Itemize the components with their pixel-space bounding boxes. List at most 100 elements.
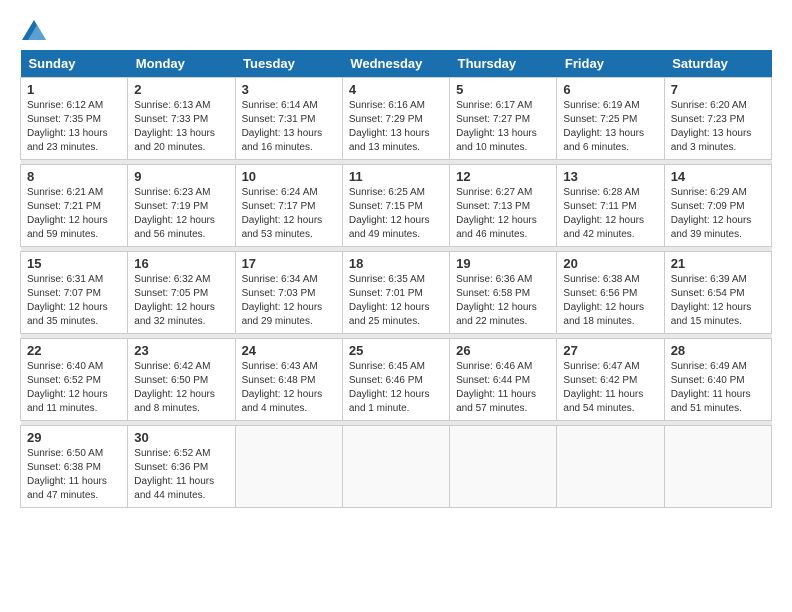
- calendar-cell: 17 Sunrise: 6:34 AM Sunset: 7:03 PM Dayl…: [235, 252, 342, 334]
- sunset-label: Sunset: 6:52 PM: [27, 375, 101, 386]
- sunrise-label: Sunrise: 6:20 AM: [671, 100, 747, 111]
- day-number: 15: [27, 256, 121, 271]
- day-number: 18: [349, 256, 443, 271]
- calendar-header-tuesday: Tuesday: [235, 50, 342, 78]
- day-info: Sunrise: 6:43 AM Sunset: 6:48 PM Dayligh…: [242, 360, 336, 416]
- day-info: Sunrise: 6:21 AM Sunset: 7:21 PM Dayligh…: [27, 186, 121, 242]
- sunrise-label: Sunrise: 6:17 AM: [456, 100, 532, 111]
- sunrise-label: Sunrise: 6:29 AM: [671, 187, 747, 198]
- daylight-label: Daylight: 12 hours and 29 minutes.: [242, 302, 323, 327]
- day-info: Sunrise: 6:28 AM Sunset: 7:11 PM Dayligh…: [563, 186, 657, 242]
- day-number: 12: [456, 169, 550, 184]
- sunset-label: Sunset: 7:17 PM: [242, 201, 316, 212]
- calendar-cell: 27 Sunrise: 6:47 AM Sunset: 6:42 PM Dayl…: [557, 339, 664, 421]
- day-info: Sunrise: 6:35 AM Sunset: 7:01 PM Dayligh…: [349, 273, 443, 329]
- sunset-label: Sunset: 7:13 PM: [456, 201, 530, 212]
- sunset-label: Sunset: 7:07 PM: [27, 288, 101, 299]
- daylight-label: Daylight: 12 hours and 15 minutes.: [671, 302, 752, 327]
- sunrise-label: Sunrise: 6:52 AM: [134, 448, 210, 459]
- calendar-cell: 6 Sunrise: 6:19 AM Sunset: 7:25 PM Dayli…: [557, 78, 664, 160]
- sunset-label: Sunset: 7:23 PM: [671, 114, 745, 125]
- day-info: Sunrise: 6:25 AM Sunset: 7:15 PM Dayligh…: [349, 186, 443, 242]
- calendar-cell: 5 Sunrise: 6:17 AM Sunset: 7:27 PM Dayli…: [450, 78, 557, 160]
- sunrise-label: Sunrise: 6:39 AM: [671, 274, 747, 285]
- day-number: 8: [27, 169, 121, 184]
- calendar-week-row-3: 15 Sunrise: 6:31 AM Sunset: 7:07 PM Dayl…: [21, 252, 772, 334]
- sunrise-label: Sunrise: 6:34 AM: [242, 274, 318, 285]
- day-number: 23: [134, 343, 228, 358]
- daylight-label: Daylight: 12 hours and 25 minutes.: [349, 302, 430, 327]
- day-number: 26: [456, 343, 550, 358]
- daylight-label: Daylight: 11 hours and 44 minutes.: [134, 476, 214, 501]
- daylight-label: Daylight: 12 hours and 8 minutes.: [134, 389, 215, 414]
- daylight-label: Daylight: 13 hours and 10 minutes.: [456, 128, 537, 153]
- day-info: Sunrise: 6:39 AM Sunset: 6:54 PM Dayligh…: [671, 273, 765, 329]
- calendar-cell: 24 Sunrise: 6:43 AM Sunset: 6:48 PM Dayl…: [235, 339, 342, 421]
- calendar-week-row-1: 1 Sunrise: 6:12 AM Sunset: 7:35 PM Dayli…: [21, 78, 772, 160]
- daylight-label: Daylight: 12 hours and 18 minutes.: [563, 302, 644, 327]
- daylight-label: Daylight: 13 hours and 20 minutes.: [134, 128, 215, 153]
- sunrise-label: Sunrise: 6:12 AM: [27, 100, 103, 111]
- daylight-label: Daylight: 12 hours and 56 minutes.: [134, 215, 215, 240]
- daylight-label: Daylight: 12 hours and 22 minutes.: [456, 302, 537, 327]
- calendar-cell: 23 Sunrise: 6:42 AM Sunset: 6:50 PM Dayl…: [128, 339, 235, 421]
- calendar-cell: 29 Sunrise: 6:50 AM Sunset: 6:38 PM Dayl…: [21, 426, 128, 508]
- sunrise-label: Sunrise: 6:38 AM: [563, 274, 639, 285]
- calendar-cell: 2 Sunrise: 6:13 AM Sunset: 7:33 PM Dayli…: [128, 78, 235, 160]
- logo: [20, 20, 46, 40]
- day-info: Sunrise: 6:40 AM Sunset: 6:52 PM Dayligh…: [27, 360, 121, 416]
- daylight-label: Daylight: 13 hours and 3 minutes.: [671, 128, 752, 153]
- sunset-label: Sunset: 6:46 PM: [349, 375, 423, 386]
- sunset-label: Sunset: 7:27 PM: [456, 114, 530, 125]
- day-info: Sunrise: 6:16 AM Sunset: 7:29 PM Dayligh…: [349, 99, 443, 155]
- sunset-label: Sunset: 7:21 PM: [27, 201, 101, 212]
- sunrise-label: Sunrise: 6:32 AM: [134, 274, 210, 285]
- sunrise-label: Sunrise: 6:25 AM: [349, 187, 425, 198]
- day-number: 24: [242, 343, 336, 358]
- daylight-label: Daylight: 12 hours and 39 minutes.: [671, 215, 752, 240]
- sunset-label: Sunset: 7:31 PM: [242, 114, 316, 125]
- sunrise-label: Sunrise: 6:45 AM: [349, 361, 425, 372]
- sunset-label: Sunset: 7:19 PM: [134, 201, 208, 212]
- daylight-label: Daylight: 12 hours and 46 minutes.: [456, 215, 537, 240]
- sunrise-label: Sunrise: 6:50 AM: [27, 448, 103, 459]
- day-info: Sunrise: 6:31 AM Sunset: 7:07 PM Dayligh…: [27, 273, 121, 329]
- calendar-cell: 3 Sunrise: 6:14 AM Sunset: 7:31 PM Dayli…: [235, 78, 342, 160]
- day-info: Sunrise: 6:52 AM Sunset: 6:36 PM Dayligh…: [134, 447, 228, 503]
- calendar-header-monday: Monday: [128, 50, 235, 78]
- calendar-cell: 19 Sunrise: 6:36 AM Sunset: 6:58 PM Dayl…: [450, 252, 557, 334]
- daylight-label: Daylight: 12 hours and 4 minutes.: [242, 389, 323, 414]
- sunset-label: Sunset: 6:44 PM: [456, 375, 530, 386]
- day-info: Sunrise: 6:34 AM Sunset: 7:03 PM Dayligh…: [242, 273, 336, 329]
- calendar-cell: 25 Sunrise: 6:45 AM Sunset: 6:46 PM Dayl…: [342, 339, 449, 421]
- calendar-cell: [235, 426, 342, 508]
- day-info: Sunrise: 6:12 AM Sunset: 7:35 PM Dayligh…: [27, 99, 121, 155]
- sunset-label: Sunset: 7:09 PM: [671, 201, 745, 212]
- sunset-label: Sunset: 6:36 PM: [134, 462, 208, 473]
- day-info: Sunrise: 6:19 AM Sunset: 7:25 PM Dayligh…: [563, 99, 657, 155]
- day-number: 14: [671, 169, 765, 184]
- day-info: Sunrise: 6:50 AM Sunset: 6:38 PM Dayligh…: [27, 447, 121, 503]
- sunrise-label: Sunrise: 6:19 AM: [563, 100, 639, 111]
- sunset-label: Sunset: 6:58 PM: [456, 288, 530, 299]
- day-number: 21: [671, 256, 765, 271]
- calendar-cell: 15 Sunrise: 6:31 AM Sunset: 7:07 PM Dayl…: [21, 252, 128, 334]
- calendar-cell: 14 Sunrise: 6:29 AM Sunset: 7:09 PM Dayl…: [664, 165, 771, 247]
- calendar-header-thursday: Thursday: [450, 50, 557, 78]
- sunrise-label: Sunrise: 6:36 AM: [456, 274, 532, 285]
- sunrise-label: Sunrise: 6:13 AM: [134, 100, 210, 111]
- day-number: 10: [242, 169, 336, 184]
- sunrise-label: Sunrise: 6:14 AM: [242, 100, 318, 111]
- day-info: Sunrise: 6:14 AM Sunset: 7:31 PM Dayligh…: [242, 99, 336, 155]
- calendar-cell: 22 Sunrise: 6:40 AM Sunset: 6:52 PM Dayl…: [21, 339, 128, 421]
- day-info: Sunrise: 6:46 AM Sunset: 6:44 PM Dayligh…: [456, 360, 550, 416]
- day-number: 22: [27, 343, 121, 358]
- calendar-cell: 16 Sunrise: 6:32 AM Sunset: 7:05 PM Dayl…: [128, 252, 235, 334]
- calendar-header-sunday: Sunday: [21, 50, 128, 78]
- day-number: 16: [134, 256, 228, 271]
- day-info: Sunrise: 6:24 AM Sunset: 7:17 PM Dayligh…: [242, 186, 336, 242]
- calendar-cell: 28 Sunrise: 6:49 AM Sunset: 6:40 PM Dayl…: [664, 339, 771, 421]
- sunrise-label: Sunrise: 6:23 AM: [134, 187, 210, 198]
- calendar-cell: [557, 426, 664, 508]
- daylight-label: Daylight: 12 hours and 42 minutes.: [563, 215, 644, 240]
